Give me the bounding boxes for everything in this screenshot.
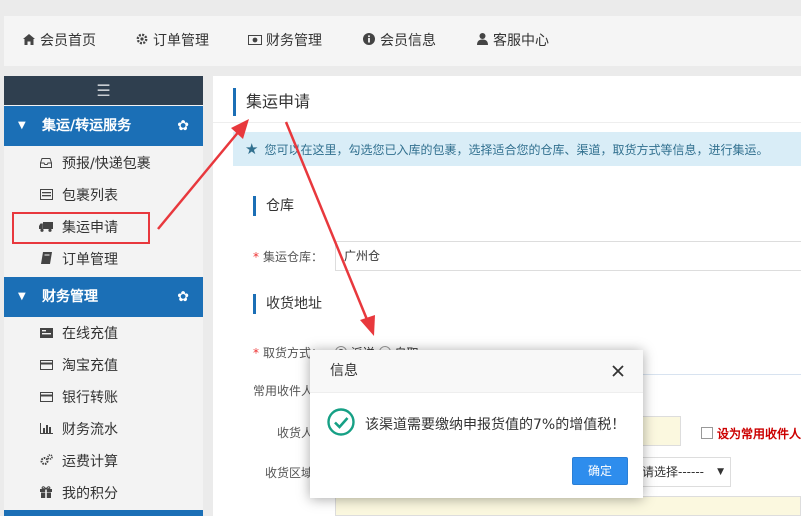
dialog-message: 该渠道需要缴纳申报货值的7%的增值税！ [365,417,626,433]
dialog-header: 信息 [310,350,643,393]
dialog-title: 信息 [330,363,358,379]
arrow-to-pickup [284,121,375,336]
success-icon [327,408,355,440]
ok-button[interactable]: 确定 [572,457,628,485]
info-dialog: 信息 该渠道需要缴纳申报货值的7%的增值税！ 确定 [310,350,643,498]
arrow-to-title [157,119,249,230]
close-icon[interactable] [607,360,629,382]
